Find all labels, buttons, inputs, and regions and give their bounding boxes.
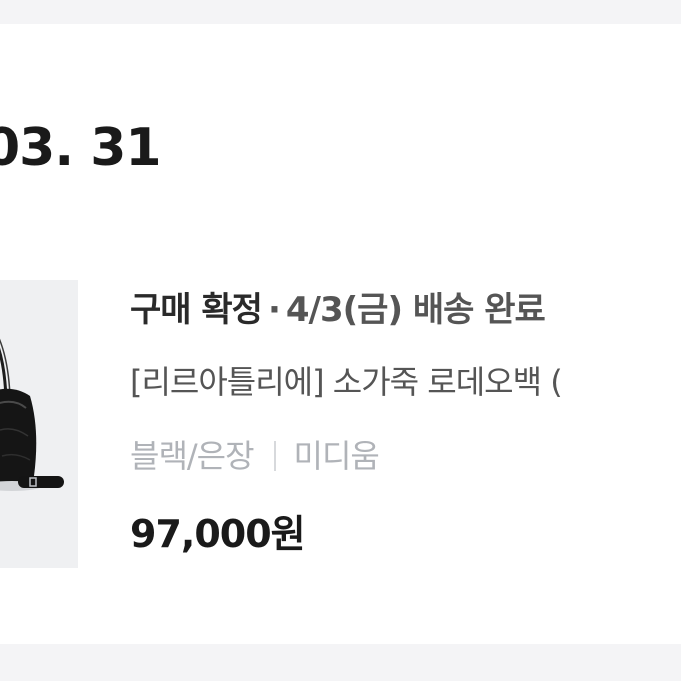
option-size: 미디움 bbox=[293, 437, 380, 475]
delivery-status: 4/3(금) 배송 완료 bbox=[285, 290, 546, 330]
purchase-status: 구매 확정 bbox=[130, 290, 263, 330]
option-color: 블랙/은장 bbox=[130, 437, 255, 475]
product-price: 97,000원 bbox=[130, 512, 306, 556]
product-thumbnail[interactable] bbox=[0, 280, 78, 568]
order-card[interactable]: 03. 31 구매 확정 · 4/3(금) 배송 완료 [리르아틀리에] 소가죽… bbox=[0, 24, 681, 644]
status-separator: · bbox=[267, 290, 281, 330]
order-date: 03. 31 bbox=[0, 118, 162, 178]
product-options: 블랙/은장 미디움 bbox=[130, 432, 380, 480]
order-status-line: 구매 확정 · 4/3(금) 배송 완료 bbox=[130, 286, 546, 334]
black-leather-bag-icon bbox=[0, 280, 78, 568]
product-name[interactable]: [리르아틀리에] 소가죽 로데오백 ( bbox=[130, 358, 563, 406]
option-divider bbox=[273, 441, 276, 471]
order-history-page: 03. 31 구매 확정 · 4/3(금) 배송 완료 [리르아틀리에] 소가죽… bbox=[0, 0, 681, 681]
